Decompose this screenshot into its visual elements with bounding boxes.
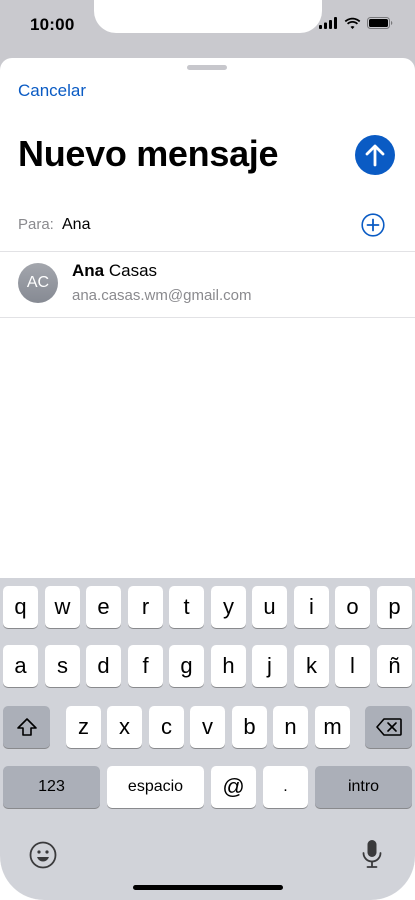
key-d[interactable]: d (86, 645, 121, 687)
status-icons (319, 17, 393, 29)
key-p[interactable]: p (377, 586, 412, 628)
signal-icon (319, 17, 337, 29)
key-i[interactable]: i (294, 586, 329, 628)
key-enye[interactable]: ñ (377, 645, 412, 687)
space-key[interactable]: espacio (107, 766, 204, 808)
sheet-grabber[interactable] (187, 65, 227, 70)
key-k[interactable]: k (294, 645, 329, 687)
key-u[interactable]: u (252, 586, 287, 628)
contact-name: Ana Casas (72, 261, 157, 281)
contact-first-name: Ana (72, 261, 105, 280)
key-b[interactable]: b (232, 706, 267, 748)
key-r[interactable]: r (128, 586, 163, 628)
key-q[interactable]: q (3, 586, 38, 628)
to-label: Para: (18, 216, 54, 233)
microphone-icon[interactable] (361, 839, 383, 871)
key-m[interactable]: m (315, 706, 350, 748)
key-s[interactable]: s (45, 645, 80, 687)
key-z[interactable]: z (66, 706, 101, 748)
key-j[interactable]: j (252, 645, 287, 687)
battery-icon (367, 17, 393, 29)
phone-screen: 10:00 Cancelar Nuevo mensaje Para: Ana A… (0, 0, 415, 900)
wifi-icon (344, 17, 361, 29)
contact-email: ana.casas.wm@gmail.com (72, 287, 252, 304)
key-v[interactable]: v (190, 706, 225, 748)
return-key[interactable]: intro (315, 766, 412, 808)
shift-icon (16, 718, 37, 736)
contact-suggestion[interactable]: AC Ana Casas ana.casas.wm@gmail.com (0, 252, 415, 318)
key-f[interactable]: f (128, 645, 163, 687)
key-w[interactable]: w (45, 586, 80, 628)
key-l[interactable]: l (335, 645, 370, 687)
dot-key[interactable]: . (263, 766, 308, 808)
status-bar: 10:00 (0, 0, 415, 58)
cancel-button[interactable]: Cancelar (18, 81, 86, 101)
home-indicator (133, 885, 283, 890)
avatar: AC (18, 263, 58, 303)
emoji-icon[interactable] (29, 841, 57, 869)
recipient-field[interactable]: Para: Ana (0, 205, 415, 252)
key-y[interactable]: y (211, 586, 246, 628)
notch (94, 0, 322, 33)
keyboard: q w e r t y u i o p a s d f g h j k l ñ … (0, 578, 415, 900)
recipient-input[interactable]: Ana (62, 216, 90, 234)
numbers-key[interactable]: 123 (3, 766, 100, 808)
status-time: 10:00 (30, 15, 75, 34)
add-contact-icon[interactable] (361, 213, 385, 237)
send-button[interactable] (355, 135, 395, 175)
delete-icon (375, 718, 402, 736)
key-x[interactable]: x (107, 706, 142, 748)
key-e[interactable]: e (86, 586, 121, 628)
key-g[interactable]: g (169, 645, 204, 687)
key-h[interactable]: h (211, 645, 246, 687)
page-title: Nuevo mensaje (18, 133, 279, 174)
key-c[interactable]: c (149, 706, 184, 748)
key-a[interactable]: a (3, 645, 38, 687)
key-n[interactable]: n (273, 706, 308, 748)
send-arrow-icon (365, 144, 385, 167)
key-o[interactable]: o (335, 586, 370, 628)
key-t[interactable]: t (169, 586, 204, 628)
at-key[interactable]: @ (211, 766, 256, 808)
shift-key[interactable] (3, 706, 50, 748)
delete-key[interactable] (365, 706, 412, 748)
contact-last-name: Casas (108, 261, 158, 280)
